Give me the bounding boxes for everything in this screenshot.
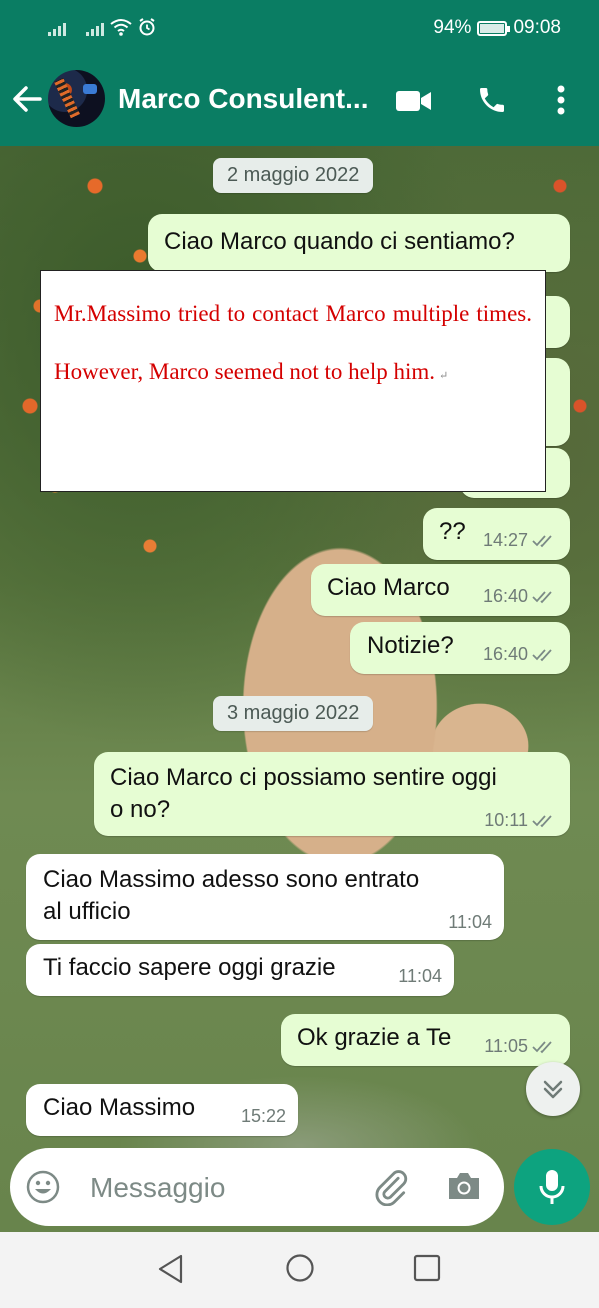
more-options-icon[interactable] bbox=[556, 84, 566, 116]
message-text-line-1: Ciao Marco ci possiamo sentire oggi bbox=[110, 764, 497, 791]
annotation-text: Mr.Massimo tried to contact Marco multip… bbox=[54, 301, 532, 384]
contact-name[interactable]: Marco Consulent... bbox=[118, 83, 368, 115]
double-check-icon bbox=[532, 648, 552, 661]
outgoing-message[interactable]: Ciao Marco quando ci sentiamo? bbox=[148, 214, 570, 272]
chevron-double-down-icon bbox=[543, 1080, 563, 1099]
outgoing-message[interactable]: Ok grazie a Te 11:05 bbox=[281, 1014, 570, 1066]
battery-percent: 94% bbox=[433, 17, 472, 38]
message-input-bar[interactable]: Messaggio bbox=[10, 1148, 504, 1226]
message-time: 15:22 bbox=[240, 1106, 286, 1126]
message-time: 16:40 bbox=[482, 586, 528, 606]
voice-message-button[interactable] bbox=[514, 1149, 590, 1225]
message-text: Ok grazie a Te bbox=[297, 1024, 452, 1051]
double-check-icon bbox=[532, 1040, 552, 1053]
double-check-icon bbox=[532, 590, 552, 603]
message-text: Ti faccio sapere oggi grazie bbox=[43, 954, 336, 981]
microphone-icon bbox=[539, 1170, 565, 1204]
message-text: Notizie? bbox=[367, 632, 454, 659]
date-separator: 2 maggio 2022 bbox=[213, 158, 374, 193]
message-text: Ciao Marco bbox=[327, 574, 450, 601]
video-call-icon[interactable] bbox=[396, 90, 432, 112]
system-nav-bar bbox=[0, 1232, 599, 1308]
date-separator: 3 maggio 2022 bbox=[213, 696, 374, 731]
wifi-icon bbox=[110, 19, 132, 36]
contact-avatar[interactable] bbox=[48, 70, 105, 127]
message-time: 11:04 bbox=[398, 966, 442, 986]
message-text-line-2: al ufficio bbox=[43, 898, 131, 925]
incoming-message[interactable]: Ciao Massimo 15:22 bbox=[26, 1084, 298, 1136]
message-text: Ciao Marco quando ci sentiamo? bbox=[164, 228, 515, 255]
signal-2-icon bbox=[86, 23, 104, 36]
nav-recents-icon[interactable] bbox=[413, 1254, 441, 1282]
alarm-icon bbox=[139, 18, 155, 36]
outgoing-message[interactable]: Notizie? 16:40 bbox=[350, 622, 570, 674]
back-arrow-icon[interactable] bbox=[10, 82, 44, 116]
incoming-message[interactable]: Ciao Massimo adesso sono entrato al uffi… bbox=[26, 854, 504, 940]
message-text: Ciao Massimo bbox=[43, 1094, 196, 1121]
message-time: 11:04 bbox=[448, 912, 492, 932]
scroll-to-bottom-button[interactable] bbox=[526, 1062, 580, 1116]
double-check-icon bbox=[532, 534, 552, 547]
message-time: 11:05 bbox=[484, 1036, 528, 1056]
message-text-line-2: o no? bbox=[110, 796, 171, 823]
outgoing-message[interactable]: ?? 14:27 bbox=[423, 508, 570, 560]
outgoing-message[interactable]: Ciao Marco ci possiamo sentire oggi o no… bbox=[94, 752, 570, 836]
message-time: 16:40 bbox=[482, 644, 528, 664]
battery-icon bbox=[477, 20, 511, 36]
message-text-line-1: Ciao Massimo adesso sono entrato bbox=[43, 866, 420, 893]
signal-indicators bbox=[48, 18, 156, 36]
chat-header: Marco Consulent... bbox=[0, 58, 599, 146]
message-input[interactable]: Messaggio bbox=[90, 1172, 225, 1204]
double-check-icon bbox=[532, 814, 552, 827]
annotation-box: Mr.Massimo tried to contact Marco multip… bbox=[40, 270, 546, 492]
message-time: 10:11 bbox=[484, 810, 528, 830]
emoji-icon[interactable] bbox=[26, 1170, 60, 1204]
outgoing-message[interactable]: Ciao Marco 16:40 bbox=[311, 564, 570, 616]
nav-home-icon[interactable] bbox=[285, 1253, 315, 1283]
incoming-message[interactable]: Ti faccio sapere oggi grazie 11:04 bbox=[26, 944, 454, 996]
nav-back-icon[interactable] bbox=[156, 1253, 186, 1285]
status-bar: 94% 09:08 bbox=[0, 0, 599, 58]
message-text: ?? bbox=[439, 518, 466, 545]
attach-icon[interactable] bbox=[372, 1168, 410, 1206]
message-time: 14:27 bbox=[482, 530, 528, 550]
clock: 09:08 bbox=[513, 17, 561, 38]
voice-call-icon[interactable] bbox=[476, 84, 508, 116]
paragraph-mark-icon: ↵ bbox=[439, 370, 449, 382]
signal-1-icon bbox=[48, 23, 66, 36]
camera-icon[interactable] bbox=[446, 1170, 482, 1202]
